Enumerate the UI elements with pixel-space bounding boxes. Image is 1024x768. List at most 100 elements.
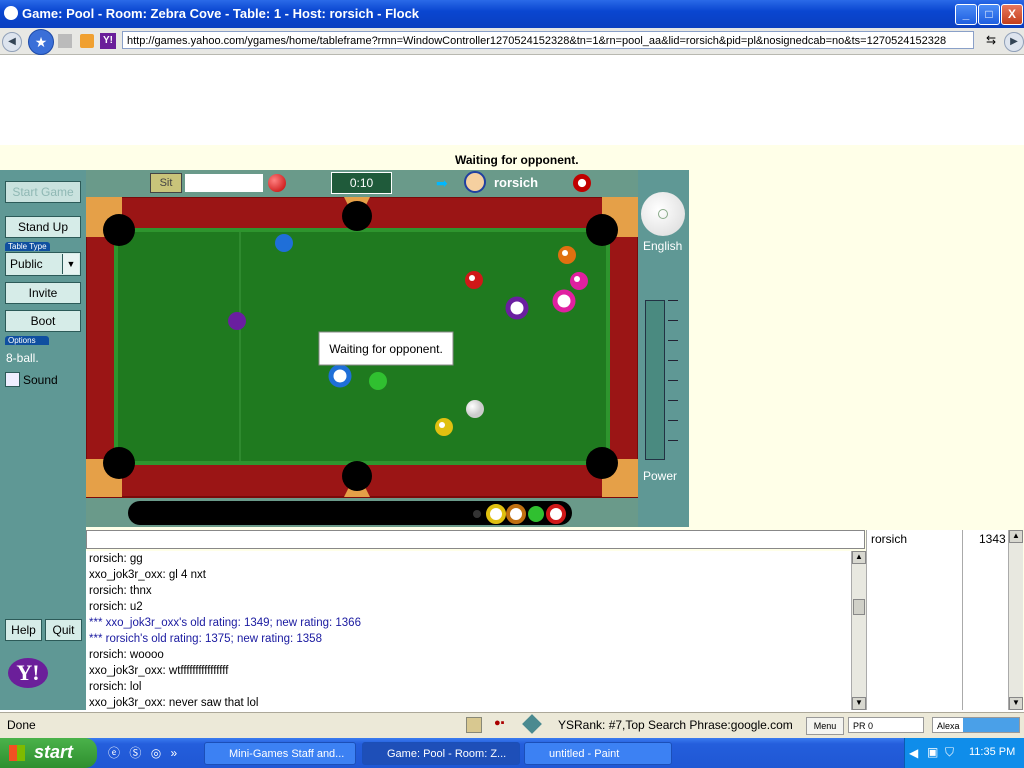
taskbar-item[interactable]: untitled - Paint — [524, 742, 672, 765]
ball-10 — [328, 364, 352, 388]
yahoo-favicon: Y! — [100, 33, 116, 49]
host-name: rorsich — [494, 175, 539, 190]
tray-ball-9 — [486, 504, 506, 524]
yahoo-logo: Y! — [8, 654, 68, 690]
sound-label: Sound — [23, 373, 58, 387]
chat-message: rorsich: u2 — [89, 601, 143, 613]
chat-message: rorsich: thnx — [89, 585, 152, 597]
chat-scrollbar[interactable]: ▲ ▼ — [851, 551, 866, 710]
stand-up-button[interactable]: Stand Up — [5, 216, 81, 238]
tray-ball-6 — [528, 506, 544, 522]
ie-icon[interactable]: ⓔ — [108, 746, 120, 760]
chat-message: rorsich: lol — [89, 681, 142, 693]
diamond-icon[interactable] — [522, 714, 542, 734]
start-game-button[interactable]: Start Game — [5, 181, 81, 203]
system-tray: ◀ ▣ ⛉ 11:35 PM — [904, 738, 1024, 768]
address-bar: ◀ ★ Y! http://games.yahoo.com/ygames/hom… — [0, 28, 1024, 55]
ball-4 — [228, 312, 246, 330]
ball-6 — [369, 372, 387, 390]
rss-icon[interactable] — [80, 34, 94, 48]
pool-table[interactable]: Waiting for opponent. — [85, 196, 639, 527]
power-label: Power — [643, 469, 678, 483]
star-bookmark-icon[interactable]: ★ — [28, 29, 54, 55]
window-title: Game: Pool - Room: Zebra Cove - Table: 1… — [22, 6, 420, 21]
close-button[interactable]: X — [1001, 4, 1023, 25]
chat-input[interactable] — [86, 530, 865, 549]
table-type-select[interactable]: Public ▼ — [5, 252, 81, 276]
url-field[interactable]: http://games.yahoo.com/ygames/home/table… — [122, 31, 974, 49]
sit-button[interactable]: Sit — [150, 173, 182, 193]
menu-button[interactable]: Menu — [806, 717, 844, 735]
scroll-down-icon[interactable]: ▼ — [852, 697, 866, 710]
pocket — [586, 214, 618, 246]
chat-message: rorsich: gg — [89, 553, 143, 565]
table-type-label: Table Type — [5, 242, 50, 251]
people-icon[interactable]: ●▪ — [494, 717, 510, 731]
pagerank-meter: PR 0 — [848, 717, 924, 733]
pool-table-svg[interactable]: Waiting for opponent. — [85, 196, 639, 527]
shelf-icon[interactable] — [58, 34, 72, 48]
window-title-bar[interactable]: Game: Pool - Room: Zebra Cove - Table: 1… — [0, 0, 1024, 28]
start-label: start — [34, 742, 74, 762]
scroll-thumb[interactable] — [853, 599, 865, 615]
minimize-button[interactable]: _ — [955, 4, 977, 25]
quit-button[interactable]: Quit — [45, 619, 82, 641]
maximize-button[interactable]: □ — [978, 4, 1000, 25]
invite-button[interactable]: Invite — [5, 282, 81, 304]
chevron-down-icon[interactable]: ▼ — [62, 254, 79, 274]
chevron-right-icon[interactable]: » — [171, 746, 178, 760]
game-type-text: 8-ball. — [6, 351, 39, 365]
user-name[interactable]: rorsich — [871, 532, 907, 546]
chat-message: xxo_jok3r_oxx: gl 4 nxt — [89, 569, 206, 581]
scroll-down-icon[interactable]: ▼ — [1009, 697, 1023, 710]
cue-ball — [466, 400, 484, 418]
avatar — [464, 171, 486, 193]
tray-ball-15 — [506, 504, 526, 524]
taskbar-item-active[interactable]: Game: Pool - Room: Z... — [362, 742, 520, 765]
ball-2 — [275, 234, 293, 252]
quick-launch: ⓔ Ⓢ ◎ » — [108, 744, 198, 762]
solid-ball-indicator-icon — [268, 174, 286, 192]
chat-message: xxo_jok3r_oxx: wtffffffffffffffff — [89, 665, 229, 677]
start-button[interactable]: start — [0, 738, 97, 768]
alexa-meter: Alexa — [932, 717, 1020, 733]
tray-expand-icon[interactable]: ◀ — [909, 746, 918, 760]
left-control-panel: Start Game Stand Up Table Type Public ▼ … — [0, 170, 86, 710]
flock-app-icon — [4, 6, 18, 20]
pocket — [586, 447, 618, 479]
ysrank-text: YSRank: #7,Top Search Phrase:google.com — [558, 718, 793, 732]
page-tools-icon[interactable]: ⇆ — [982, 33, 1000, 49]
table-message: Waiting for opponent. — [329, 342, 443, 356]
chat-system-message: *** xxo_jok3r_oxx's old rating: 1349; ne… — [89, 617, 361, 629]
table-type-value: Public — [10, 257, 43, 271]
pocket — [342, 461, 372, 491]
skype-icon[interactable]: Ⓢ — [129, 746, 141, 760]
shield-icon[interactable]: ⛉ — [945, 745, 954, 760]
player-name-box — [185, 174, 263, 192]
taskbar-item[interactable]: Mini-Games Staff and... — [204, 742, 356, 765]
windows-logo-icon — [9, 745, 25, 761]
scroll-up-icon[interactable]: ▲ — [1009, 530, 1023, 543]
back-icon[interactable]: ◀ — [2, 32, 22, 52]
user-list-scrollbar[interactable]: ▲ ▼ — [1008, 530, 1023, 710]
ball-14 — [552, 289, 576, 313]
english-label: English — [643, 239, 683, 253]
options-label: Options — [5, 336, 49, 345]
sound-checkbox[interactable] — [5, 372, 20, 387]
ball-12 — [505, 296, 529, 320]
power-scale — [668, 300, 678, 460]
user-list: rorsich 1343 — [866, 530, 1009, 710]
english-spin-icon[interactable] — [641, 192, 685, 236]
scroll-up-icon[interactable]: ▲ — [852, 551, 866, 564]
power-meter[interactable] — [645, 300, 665, 460]
go-icon[interactable]: ▶ — [1004, 32, 1024, 52]
help-button[interactable]: Help — [5, 619, 42, 641]
network-icon[interactable]: ▣ — [927, 745, 938, 759]
chat-system-message: *** rorsich's old rating: 1375; new rati… — [89, 633, 322, 645]
app-icon[interactable]: ◎ — [151, 746, 161, 760]
user-rating: 1343 — [979, 532, 1006, 546]
status-bar: Done ●▪ YSRank: #7,Top Search Phrase:goo… — [0, 712, 1024, 739]
monitor-icon[interactable] — [466, 717, 482, 733]
boot-button[interactable]: Boot — [5, 310, 81, 332]
chat-message: xxo_jok3r_oxx: never saw that lol — [89, 697, 259, 709]
